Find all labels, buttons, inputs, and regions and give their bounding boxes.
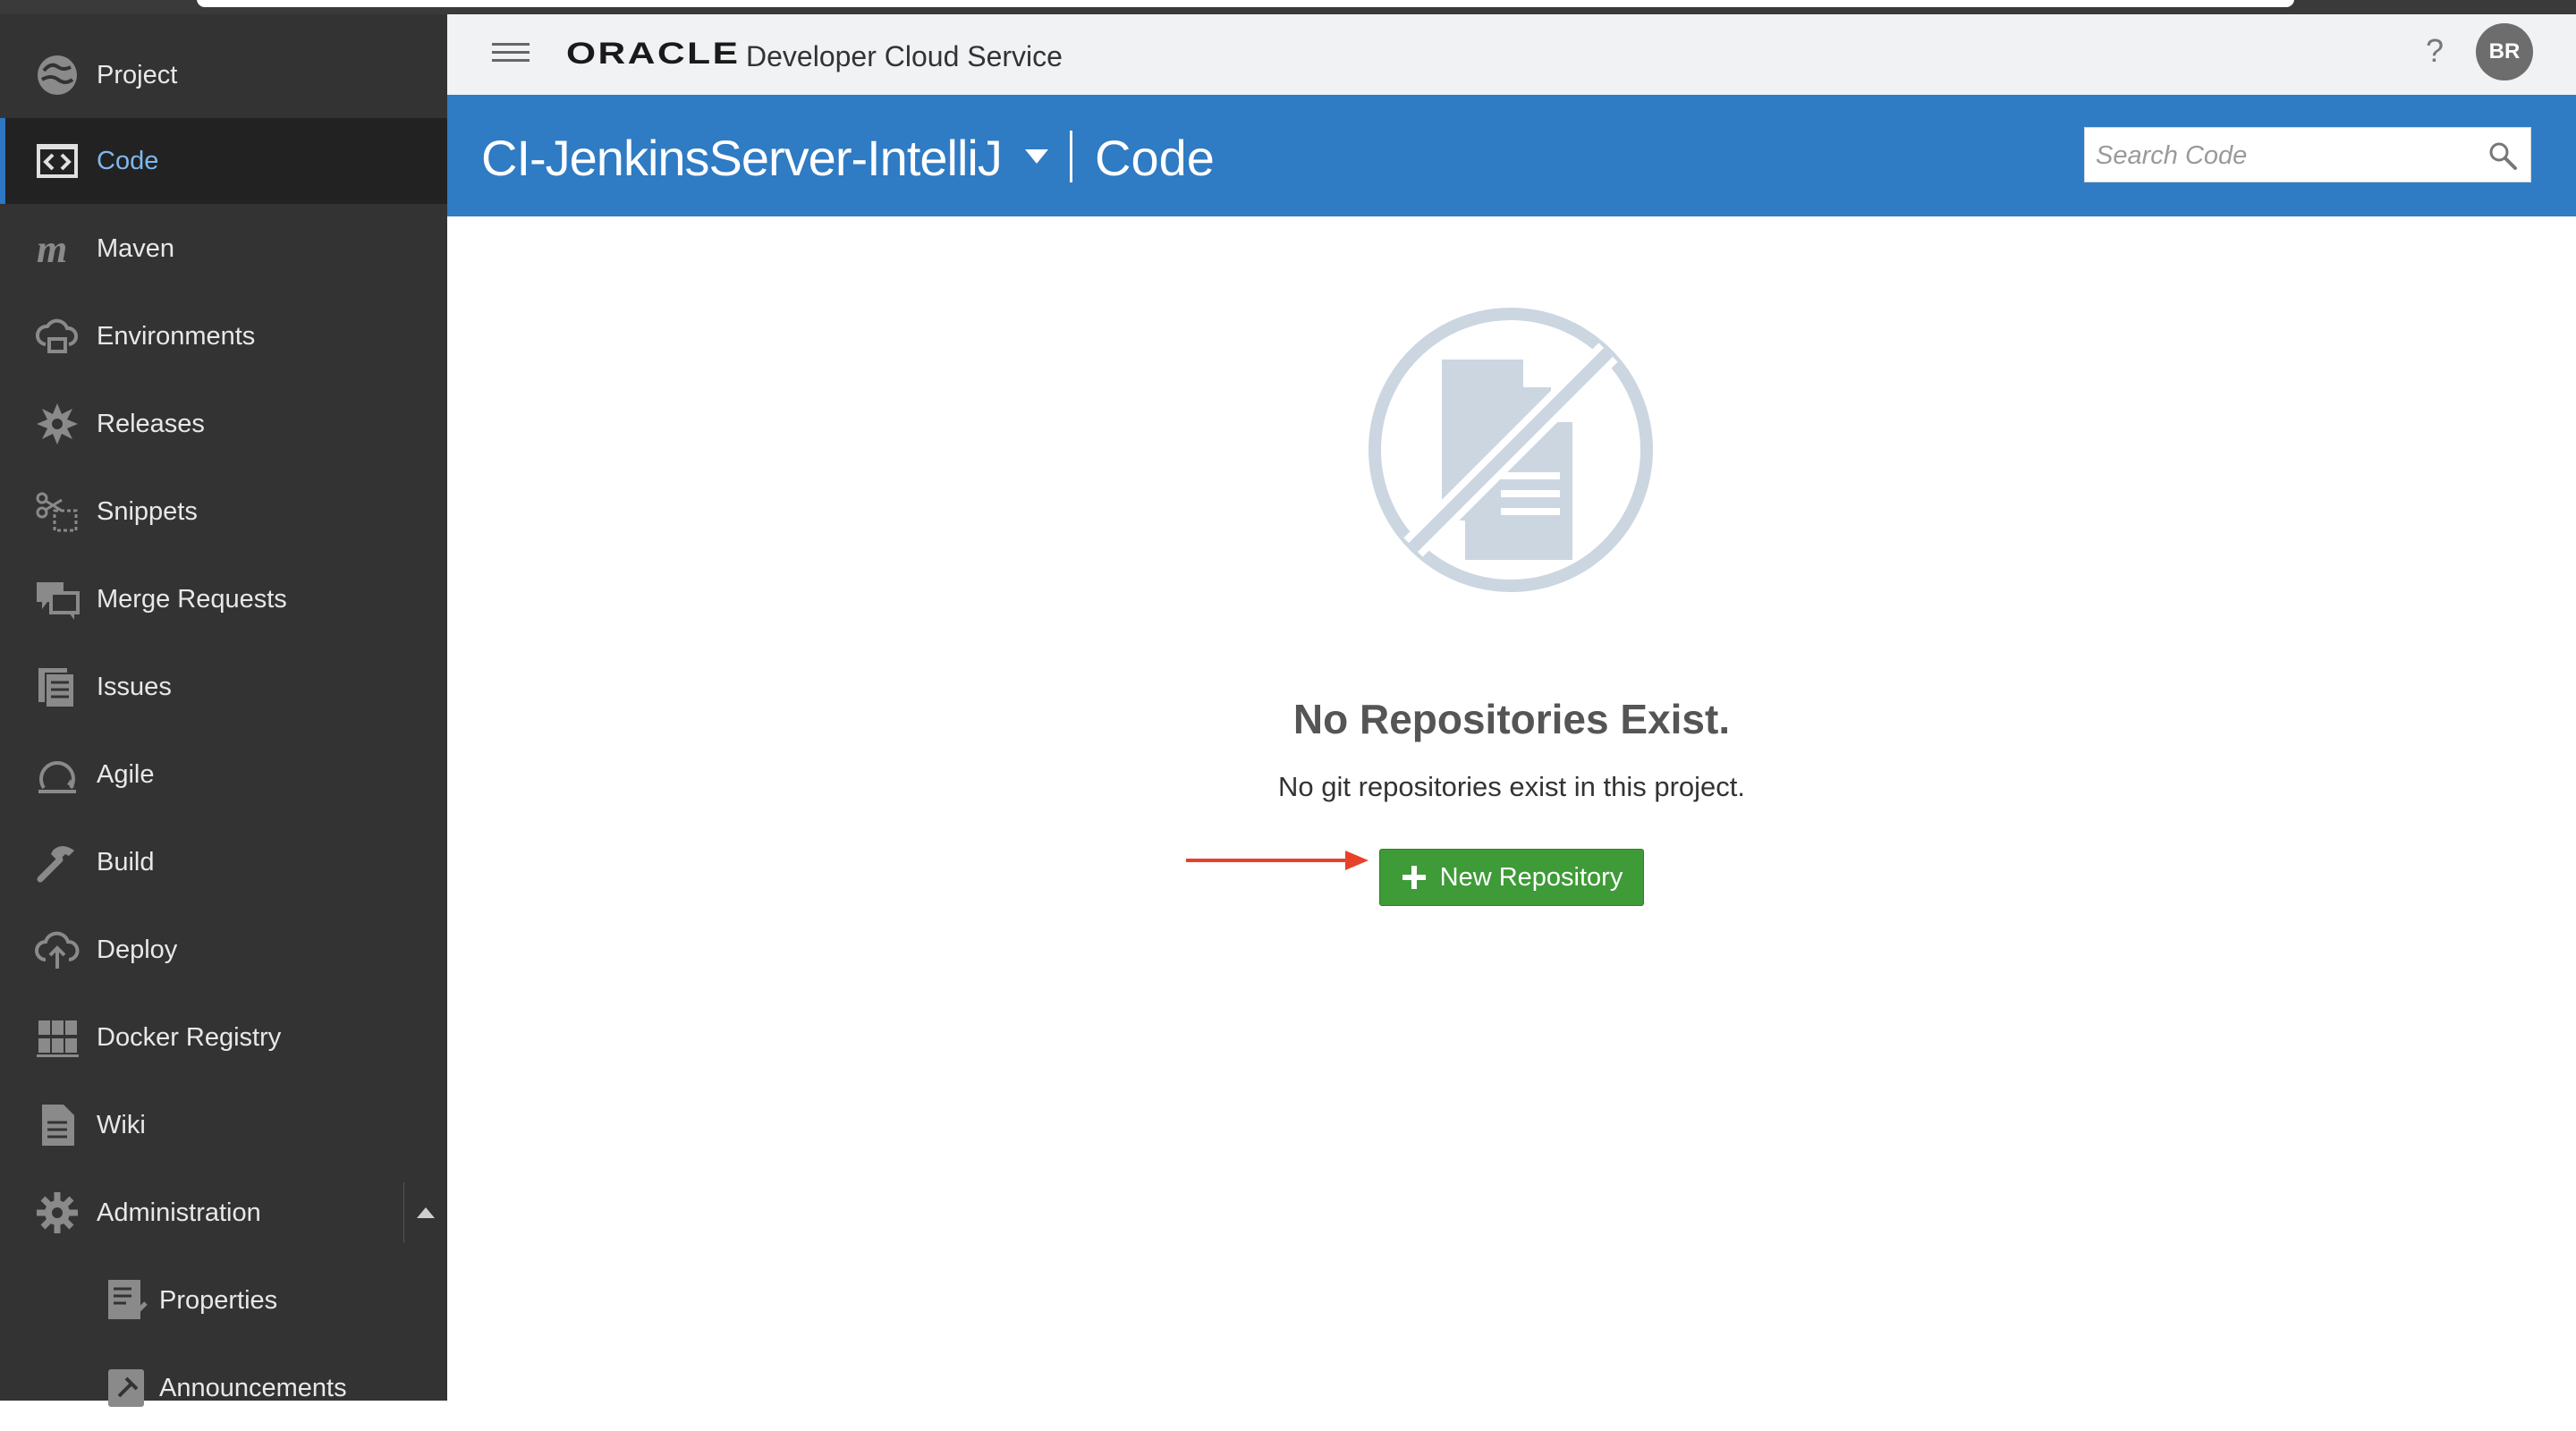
project-bar: CI-JenkinsServer-IntelliJ Code <box>447 95 2576 216</box>
project-name[interactable]: CI-JenkinsServer-IntelliJ <box>481 129 1003 187</box>
wiki-icon <box>34 1102 80 1148</box>
snippets-icon <box>34 488 80 535</box>
sidebar-item-label: Project <box>97 60 178 89</box>
announcements-icon <box>104 1365 150 1411</box>
sidebar-item-deploy[interactable]: Deploy <box>0 907 447 993</box>
sidebar-item-label: Administration <box>97 1198 261 1227</box>
sidebar-item-announcements[interactable]: Announcements <box>0 1345 447 1431</box>
environments-icon <box>34 313 80 360</box>
releases-icon <box>34 401 80 447</box>
build-icon <box>34 839 80 885</box>
sidebar-item-merge-requests[interactable]: Merge Requests <box>0 556 447 642</box>
sidebar-item-administration[interactable]: Administration <box>0 1170 447 1256</box>
sidebar-item-label: Deploy <box>97 935 178 964</box>
docker-registry-icon <box>34 1014 80 1061</box>
plus-icon <box>1402 866 1426 889</box>
main-content: No Repositories Exist. No git repositori… <box>447 216 2576 1401</box>
merge-requests-icon <box>34 576 80 622</box>
administration-icon <box>34 1190 80 1236</box>
no-document-icon <box>1368 308 1653 592</box>
collapse-administration-button[interactable] <box>403 1182 447 1243</box>
sidebar-item-label: Merge Requests <box>97 584 287 614</box>
sidebar-item-label: Agile <box>97 759 155 789</box>
avatar[interactable]: BR <box>2476 23 2533 80</box>
sidebar-item-label: Maven <box>97 233 175 263</box>
search-input[interactable] <box>2085 128 2482 183</box>
sidebar-item-build[interactable]: Build <box>0 819 447 905</box>
app-header: ORACLE Developer Cloud Service ? BR <box>447 14 2576 96</box>
search-icon[interactable] <box>2487 140 2518 171</box>
sidebar-item-label: Releases <box>97 409 205 438</box>
project-icon <box>34 52 80 98</box>
sidebar-item-label: Build <box>97 847 155 876</box>
sidebar-item-issues[interactable]: Issues <box>0 644 447 730</box>
red-arrow-icon <box>1186 851 1368 870</box>
sidebar-item-project[interactable]: Project <box>0 32 447 118</box>
browser-url-bar[interactable] <box>197 0 2294 7</box>
sidebar-item-label: Wiki <box>97 1110 146 1139</box>
properties-icon <box>104 1277 150 1324</box>
sidebar-item-snippets[interactable]: Snippets <box>0 469 447 555</box>
oracle-logo: ORACLE <box>566 37 741 71</box>
service-name: Developer Cloud Service <box>746 40 1063 72</box>
help-icon[interactable]: ? <box>2426 32 2444 70</box>
browser-top-strip <box>0 0 2576 14</box>
sidebar-item-label: Announcements <box>159 1373 347 1402</box>
sidebar-item-properties[interactable]: Properties <box>0 1257 447 1343</box>
agile-icon <box>34 751 80 798</box>
empty-state-title: No Repositories Exist. <box>1292 696 1731 742</box>
sidebar-item-label: Snippets <box>97 496 198 526</box>
sidebar-item-docker-registry[interactable]: Docker Registry <box>0 995 447 1080</box>
new-repository-button[interactable]: New Repository <box>1379 849 1644 906</box>
sidebar-item-label: Environments <box>97 321 256 351</box>
sidebar-item-releases[interactable]: Releases <box>0 381 447 467</box>
sidebar-item-label: Properties <box>159 1285 278 1315</box>
maven-icon: m <box>34 225 80 272</box>
sidebar-item-agile[interactable]: Agile <box>0 732 447 817</box>
hamburger-menu-icon[interactable] <box>492 38 530 70</box>
sidebar-item-maven[interactable]: m Maven <box>0 206 447 292</box>
sidebar-item-code[interactable]: Code <box>0 118 447 204</box>
sidebar-item-environments[interactable]: Environments <box>0 293 447 379</box>
sidebar-item-label: Docker Registry <box>97 1022 282 1052</box>
search-box <box>2084 127 2531 183</box>
chevron-up-icon <box>417 1207 435 1218</box>
svg-text:m: m <box>37 227 67 271</box>
deploy-icon <box>34 927 80 973</box>
issues-icon <box>34 664 80 710</box>
sidebar-item-wiki[interactable]: Wiki <box>0 1082 447 1168</box>
sidebar-item-label: Code <box>97 146 159 175</box>
sidebar: Project Code m Maven Environments Releas… <box>0 14 447 1407</box>
sidebar-item-label: Issues <box>97 672 172 701</box>
page-title: Code <box>1095 130 1215 186</box>
new-repository-label: New Repository <box>1439 862 1623 892</box>
title-separator <box>1070 131 1072 182</box>
empty-state-description: No git repositories exist in this projec… <box>1277 771 1746 802</box>
code-icon <box>34 138 80 184</box>
chevron-down-icon[interactable] <box>1023 147 1050 166</box>
